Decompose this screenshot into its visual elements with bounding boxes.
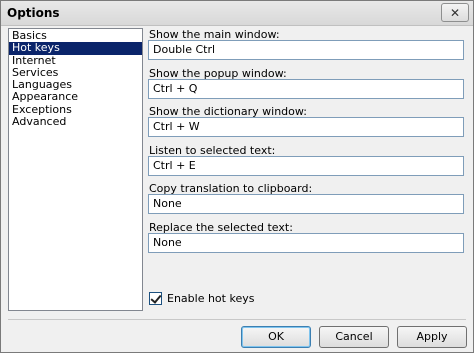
divider xyxy=(8,319,466,320)
dictionary-window-hotkey-field[interactable]: Ctrl + W xyxy=(148,117,464,137)
listen-selected-hotkey-field[interactable]: Ctrl + E xyxy=(148,156,464,176)
close-icon: ✕ xyxy=(449,5,461,20)
copy-translation-hotkey-field[interactable]: None xyxy=(148,194,464,214)
ok-button[interactable]: OK xyxy=(241,326,311,348)
popup-window-hotkey-field[interactable]: Ctrl + Q xyxy=(148,79,464,99)
close-button[interactable]: ✕ xyxy=(441,3,469,22)
category-item-appearance[interactable]: Appearance xyxy=(9,91,142,103)
enable-hotkeys-checkbox[interactable] xyxy=(149,292,162,305)
cancel-button[interactable]: Cancel xyxy=(319,326,389,348)
enable-hotkeys-row[interactable]: Enable hot keys xyxy=(149,292,254,305)
options-dialog: Options ✕ Basics Hot keys Internet Servi… xyxy=(0,0,474,353)
main-window-hotkey-field[interactable]: Double Ctrl xyxy=(148,40,464,60)
window-title: Options xyxy=(7,6,60,20)
category-item-advanced[interactable]: Advanced xyxy=(9,115,142,128)
category-list[interactable]: Basics Hot keys Internet Services Langua… xyxy=(8,28,143,311)
enable-hotkeys-label[interactable]: Enable hot keys xyxy=(167,292,254,305)
replace-selected-hotkey-field[interactable]: None xyxy=(148,233,464,253)
category-item-hot-keys[interactable]: Hot keys xyxy=(9,42,142,55)
title-bar[interactable]: Options ✕ xyxy=(1,1,473,26)
apply-button[interactable]: Apply xyxy=(397,326,467,348)
